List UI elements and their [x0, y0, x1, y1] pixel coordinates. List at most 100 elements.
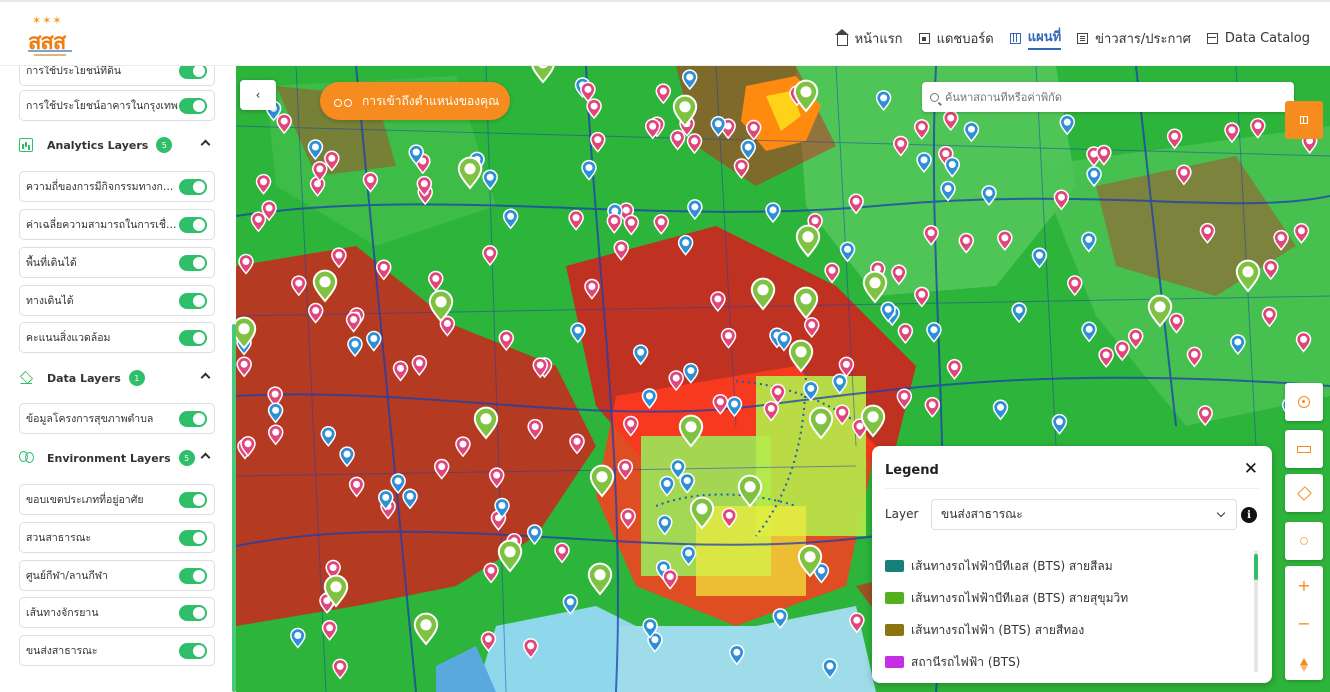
location-marker[interactable] — [924, 396, 941, 418]
draw-point-button[interactable] — [1285, 522, 1323, 560]
layer-item-sport-center[interactable]: ศูนย์กีฬา/ลานกีฬา — [19, 560, 215, 591]
location-marker[interactable] — [1011, 302, 1027, 324]
location-marker[interactable] — [480, 631, 497, 653]
transit-station-marker[interactable] — [793, 79, 819, 113]
transit-station-marker[interactable] — [497, 539, 523, 573]
location-marker[interactable] — [677, 234, 694, 256]
location-marker[interactable] — [849, 612, 865, 634]
location-marker[interactable] — [632, 344, 649, 366]
location-marker[interactable] — [309, 176, 326, 197]
location-marker[interactable] — [613, 240, 630, 261]
location-marker[interactable] — [1166, 128, 1183, 150]
nav-home[interactable]: หน้าแรก — [834, 28, 903, 49]
location-marker[interactable] — [411, 355, 428, 377]
location-marker[interactable] — [623, 214, 640, 236]
location-marker[interactable] — [1127, 328, 1144, 350]
location-marker[interactable] — [875, 90, 892, 112]
zoom-in-button[interactable]: + — [1285, 566, 1323, 604]
basemap-toggle-button[interactable] — [1285, 101, 1323, 139]
location-marker[interactable] — [362, 171, 379, 193]
layer-item-land-use[interactable]: การใช้ประโยชน์ที่ดิน — [19, 66, 215, 86]
location-marker[interactable] — [682, 69, 698, 91]
layer-item-bike-route[interactable]: เส้นทางจักรยาน — [19, 597, 215, 628]
location-marker[interactable] — [276, 113, 292, 135]
section-data-layers[interactable]: Data Layers 1 — [19, 367, 215, 389]
location-marker[interactable] — [834, 404, 850, 426]
transit-station-marker[interactable] — [312, 269, 338, 303]
location-marker[interactable] — [620, 508, 636, 530]
location-marker[interactable] — [267, 424, 284, 446]
transit-station-marker[interactable] — [808, 406, 834, 440]
location-marker[interactable] — [238, 253, 254, 275]
location-marker[interactable] — [687, 199, 703, 221]
location-marker[interactable] — [1059, 114, 1076, 136]
location-marker[interactable] — [433, 458, 450, 480]
thaihealth-logo[interactable]: ✶✶✶ สสส — [26, 14, 74, 58]
location-marker[interactable] — [375, 259, 392, 281]
location-marker[interactable] — [940, 180, 956, 202]
location-marker[interactable] — [944, 156, 961, 178]
layer-item-public-transport[interactable]: ขนส่งสาธารณะ — [19, 635, 215, 666]
location-marker[interactable] — [570, 322, 586, 344]
location-marker[interactable] — [590, 131, 606, 153]
layer-item-residential-zone[interactable]: ขอบเขตประเภทที่อยู่อาศัย — [19, 484, 215, 515]
location-marker[interactable] — [997, 230, 1013, 251]
location-marker[interactable] — [584, 278, 600, 300]
location-marker[interactable] — [981, 185, 997, 207]
location-marker[interactable] — [482, 245, 498, 267]
layer-toggle[interactable] — [179, 66, 207, 79]
location-marker[interactable] — [838, 356, 855, 378]
location-marker[interactable] — [1176, 164, 1192, 186]
location-marker[interactable] — [803, 380, 819, 402]
current-location-button[interactable] — [1285, 383, 1323, 421]
nav-map[interactable]: แผนที่ — [1009, 26, 1062, 50]
transit-station-marker[interactable] — [788, 339, 814, 373]
location-marker[interactable] — [1081, 321, 1097, 343]
collapse-sidebar-button[interactable]: ‹ — [240, 80, 276, 110]
transit-station-marker[interactable] — [862, 270, 888, 304]
location-marker[interactable] — [483, 562, 499, 584]
location-marker[interactable] — [290, 627, 306, 649]
layer-toggle[interactable] — [179, 98, 207, 114]
location-marker[interactable] — [721, 507, 738, 529]
location-marker[interactable] — [554, 542, 570, 564]
legend-scrollbar[interactable] — [1254, 550, 1258, 672]
location-marker[interactable] — [1186, 346, 1203, 368]
location-marker[interactable] — [763, 400, 779, 422]
location-marker[interactable] — [720, 327, 737, 349]
location-marker[interactable] — [1273, 229, 1289, 251]
layer-toggle[interactable] — [179, 255, 207, 271]
layer-toggle[interactable] — [179, 217, 207, 233]
location-marker[interactable] — [321, 619, 338, 641]
location-marker[interactable] — [428, 270, 444, 292]
location-marker[interactable] — [482, 169, 498, 191]
location-marker[interactable] — [913, 119, 930, 141]
location-marker[interactable] — [839, 241, 856, 263]
location-marker[interactable] — [586, 98, 602, 120]
transit-station-marker[interactable] — [795, 224, 821, 258]
locate-me-button[interactable]: การเข้าถึงตำแหน่งของคุณ — [320, 82, 510, 120]
transit-station-marker[interactable] — [793, 286, 819, 320]
location-marker[interactable] — [236, 356, 252, 378]
location-marker[interactable] — [662, 568, 678, 590]
location-marker[interactable] — [655, 83, 672, 105]
layer-toggle[interactable] — [179, 605, 207, 621]
transit-station-marker[interactable] — [750, 277, 776, 311]
layer-item-environment-score[interactable]: คะแนนสิ่งแวดล้อม — [19, 322, 215, 353]
location-marker[interactable] — [848, 193, 864, 215]
location-marker[interactable] — [686, 133, 703, 155]
close-icon[interactable]: ✕ — [1244, 459, 1258, 479]
location-marker[interactable] — [348, 476, 365, 498]
location-marker[interactable] — [822, 658, 838, 680]
location-marker[interactable] — [527, 418, 543, 440]
location-marker[interactable] — [745, 119, 762, 141]
location-marker[interactable] — [331, 247, 347, 269]
location-marker[interactable] — [1031, 247, 1048, 269]
layer-item-park[interactable]: สวนสาธารณะ — [19, 522, 215, 553]
location-marker[interactable] — [606, 213, 623, 234]
location-marker[interactable] — [562, 594, 579, 615]
location-marker[interactable] — [526, 524, 543, 546]
location-marker[interactable] — [776, 330, 792, 352]
layer-toggle[interactable] — [179, 643, 207, 659]
location-marker[interactable] — [772, 608, 789, 630]
